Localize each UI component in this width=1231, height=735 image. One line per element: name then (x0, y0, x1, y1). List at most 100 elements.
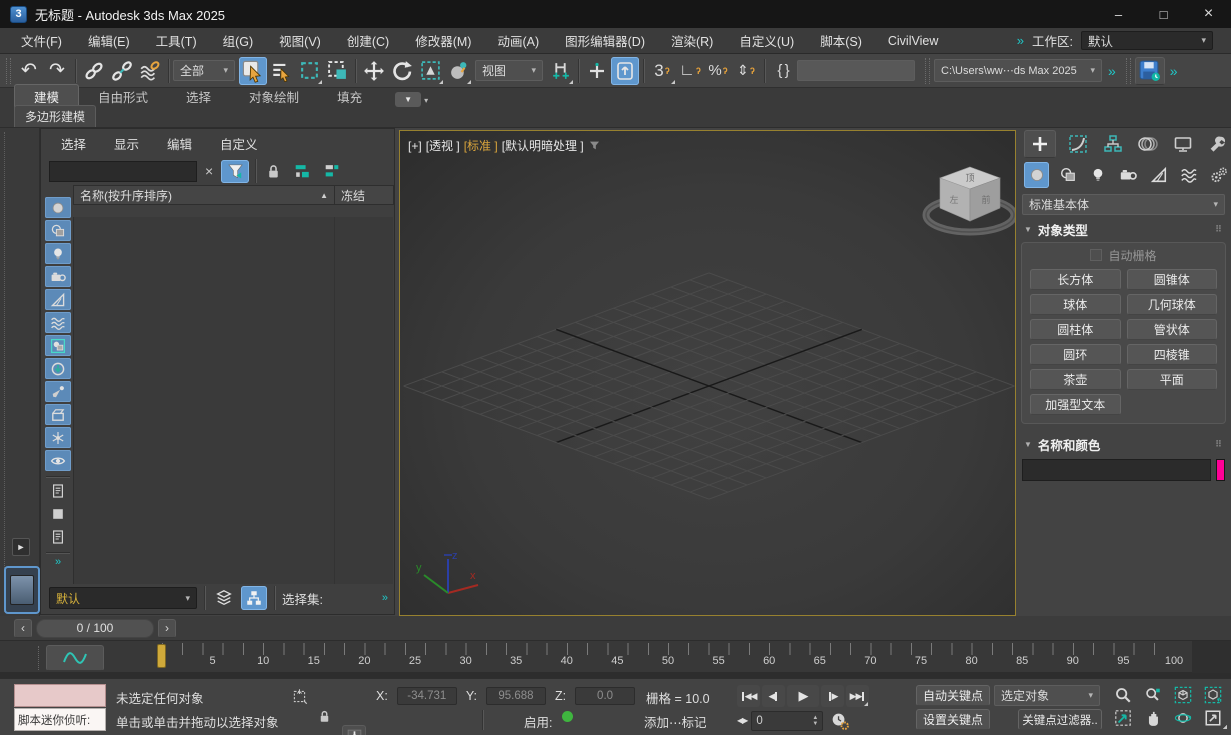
clear-search-icon[interactable]: × (205, 163, 213, 179)
create-box-button[interactable]: 长方体 (1030, 269, 1121, 290)
viewport-shading-menu[interactable]: [默认明暗处理 ] (502, 137, 584, 154)
menu-customize[interactable]: 自定义(U) (726, 28, 807, 53)
workspace-dropdown[interactable]: 默认 ▾ (1081, 31, 1213, 50)
explorer-detail-view-icon[interactable] (45, 526, 71, 547)
expand-panel-button[interactable]: ► (12, 538, 30, 556)
create-pyramid-button[interactable]: 四棱锥 (1127, 344, 1218, 365)
redo-button[interactable]: ↷ (43, 57, 71, 85)
selected-filter-dropdown[interactable]: 选定对象 ▾ (994, 685, 1100, 706)
ribbon-tab-object-paint[interactable]: 对象绘制 (230, 85, 318, 108)
menu-views[interactable]: 视图(V) (266, 28, 334, 53)
reference-coordinate-dropdown[interactable]: 视图 ▾ (475, 60, 543, 81)
category-cameras[interactable] (1117, 163, 1140, 187)
tab-motion[interactable] (1135, 131, 1161, 157)
viewcube[interactable]: 顶 左 前 (918, 151, 1016, 251)
current-frame-field[interactable]: 0 ▲▼ (751, 711, 823, 731)
ribbon-minimize-button[interactable]: ▼ (395, 92, 421, 107)
named-selection-sets-dropdown[interactable] (797, 60, 915, 81)
previous-key-button[interactable]: ◀ (762, 685, 785, 707)
viewport-filter-icon[interactable] (588, 139, 601, 152)
category-lights[interactable] (1087, 163, 1110, 187)
perspective-viewport[interactable]: [+] [透视 ] [标准 ] [默认明暗处理 ] 顶 左 前 (399, 130, 1016, 616)
orbit-button[interactable] (1168, 707, 1197, 729)
create-cylinder-button[interactable]: 圆柱体 (1030, 319, 1121, 340)
set-key-button[interactable]: 设置关键点 (916, 709, 990, 730)
menu-animation[interactable]: 动画(A) (484, 28, 552, 53)
unlink-selection-button[interactable] (108, 57, 136, 85)
close-button[interactable]: × (1186, 0, 1231, 28)
ribbon-tab-populate[interactable]: 填充 (318, 85, 381, 108)
name-color-rollout-header[interactable]: ▼ 名称和颜色 ⠿ (1016, 430, 1231, 457)
previous-frame-button[interactable]: ‹ (14, 619, 32, 638)
tab-utilities[interactable] (1205, 131, 1231, 157)
add-time-tag[interactable]: 添加⋯标记 (644, 712, 707, 731)
footer-overflow-icon[interactable]: » (382, 592, 388, 604)
category-helpers[interactable] (1147, 163, 1170, 187)
filter-groups-icon[interactable] (45, 335, 71, 356)
explorer-menu-display[interactable]: 显示 (114, 134, 139, 153)
column-header-name[interactable]: 名称(按升序排序) ▲ (74, 186, 335, 204)
filter-helpers-icon[interactable] (45, 289, 71, 310)
create-tube-button[interactable]: 管状体 (1127, 319, 1218, 340)
bind-to-space-warp-button[interactable] (136, 57, 164, 85)
tab-create[interactable] (1024, 130, 1056, 158)
filter-bone-objects-icon[interactable] (45, 427, 71, 448)
snaps-toggle-3d-button[interactable]: 3ʔ (648, 57, 676, 85)
ribbon-tab-selection[interactable]: 选择 (167, 85, 230, 108)
menu-create[interactable]: 创建(C) (334, 28, 402, 53)
mini-curve-editor-button[interactable] (46, 645, 104, 671)
angle-snap-toggle-button[interactable]: ∟ʔ (676, 57, 704, 85)
object-type-rollout-header[interactable]: ▼ 对象类型 ⠿ (1016, 215, 1231, 242)
category-shapes[interactable] (1056, 163, 1079, 187)
play-button[interactable]: ▶ (787, 685, 819, 707)
toolbar-grip-3[interactable] (1126, 58, 1131, 84)
selection-filter-dropdown[interactable]: 全部 ▾ (173, 60, 235, 81)
select-and-manipulate-button[interactable] (583, 57, 611, 85)
filter-geometry-icon[interactable] (45, 197, 71, 218)
auto-key-button[interactable]: 自动关键点 (916, 685, 990, 706)
viewport-pov-menu[interactable]: [透视 ] (426, 137, 460, 154)
preset-dropdown[interactable]: 默认 ▾ (49, 587, 197, 609)
edit-named-selection-sets-button[interactable]: { } (769, 57, 797, 85)
lock-explorer-button[interactable] (262, 160, 284, 182)
ribbon-panel-polygon-modeling[interactable]: 多边形建模 (14, 105, 96, 127)
menu-tools[interactable]: 工具(T) (143, 28, 210, 53)
menu-group[interactable]: 组(G) (210, 28, 267, 53)
object-category-dropdown[interactable]: 标准基本体 ▾ (1022, 194, 1225, 215)
pan-button[interactable] (1138, 707, 1167, 729)
x-coordinate-field[interactable]: -34.731 (397, 687, 457, 705)
layer-explorer-button[interactable] (212, 587, 236, 609)
next-key-button[interactable]: ▶ (821, 685, 844, 707)
select-object-button[interactable] (239, 57, 267, 85)
filter-button[interactable] (221, 160, 249, 183)
viewport-style-menu[interactable]: [标准 ] (464, 137, 498, 154)
select-and-move-button[interactable] (360, 57, 388, 85)
rectangular-selection-region-button[interactable] (295, 57, 323, 85)
menu-edit[interactable]: 编辑(E) (75, 28, 143, 53)
zoom-button[interactable] (1108, 684, 1137, 706)
frame-counter[interactable]: 0 / 100 (36, 619, 154, 638)
column-header-frozen[interactable]: 冻结 (335, 186, 393, 204)
menu-modifiers[interactable]: 修改器(M) (402, 28, 484, 53)
toolbar-grip[interactable] (6, 58, 11, 84)
zoom-all-button[interactable] (1138, 684, 1167, 706)
undo-button[interactable]: ↶ (15, 57, 43, 85)
z-coordinate-field[interactable]: 0.0 (575, 687, 635, 705)
spinner-snap-toggle-button[interactable]: ⇕ʔ (732, 57, 760, 85)
save-file-button[interactable] (1135, 57, 1165, 85)
create-torus-button[interactable]: 圆环 (1030, 344, 1121, 365)
category-geometry[interactable] (1024, 162, 1049, 188)
time-slider[interactable] (157, 644, 166, 668)
create-plane-button[interactable]: 平面 (1127, 369, 1218, 390)
zoom-extents-button[interactable] (1168, 684, 1197, 706)
explorer-list-view-icon[interactable] (45, 480, 71, 501)
menu-scripting[interactable]: 脚本(S) (807, 28, 875, 53)
filter-shapes-icon[interactable] (45, 220, 71, 241)
trackbar-grip[interactable] (38, 646, 42, 670)
create-textplus-button[interactable]: 加强型文本 (1030, 394, 1121, 415)
menu-civilview[interactable]: CivilView (875, 28, 951, 53)
time-ruler[interactable]: 0510152025303540455055606570758085909510… (140, 643, 1192, 673)
selection-lock-toggle[interactable] (314, 706, 334, 726)
y-coordinate-field[interactable]: 95.688 (486, 687, 546, 705)
toolbar-overflow-icon-2[interactable]: » (1170, 63, 1178, 79)
